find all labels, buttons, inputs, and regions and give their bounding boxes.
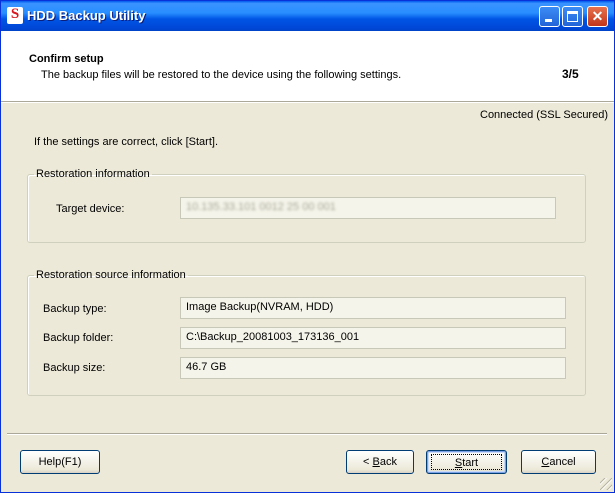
- help-button[interactable]: Help(F1): [20, 450, 100, 474]
- footer-divider: [7, 433, 607, 435]
- backup-folder-field: C:\Backup_20081003_173136_001: [180, 327, 566, 349]
- target-device-value: 10.135.33.101 0012 25 00 001: [186, 201, 336, 213]
- minimize-icon: [545, 19, 552, 22]
- close-icon: ✕: [591, 8, 604, 24]
- wizard-header: [1, 31, 614, 101]
- backup-folder-value: C:\Backup_20081003_173136_001: [186, 331, 360, 343]
- backup-folder-label: Backup folder:: [43, 332, 114, 344]
- backup-type-label: Backup type:: [43, 303, 107, 315]
- step-indicator: 3/5: [562, 67, 579, 81]
- maximize-button[interactable]: [562, 6, 583, 27]
- maximize-icon: [567, 11, 578, 22]
- help-button-label: Help(F1): [38, 456, 82, 468]
- minimize-button[interactable]: [539, 6, 560, 27]
- restoration-info-legend: Restoration information: [36, 168, 150, 180]
- close-button[interactable]: ✕: [587, 6, 608, 27]
- backup-size-label: Backup size:: [43, 362, 106, 374]
- page-title: Confirm setup: [29, 53, 104, 65]
- backup-type-field: Image Backup(NVRAM, HDD): [180, 297, 566, 319]
- target-device-label: Target device:: [56, 203, 125, 215]
- dialog-window: S HDD Backup Utility ✕ Confirm setup The…: [0, 0, 615, 493]
- title-bar[interactable]: S HDD Backup Utility ✕: [1, 1, 614, 31]
- backup-type-value: Image Backup(NVRAM, HDD): [186, 301, 334, 313]
- backup-size-field: 46.7 GB: [180, 357, 566, 379]
- start-button[interactable]: Start: [426, 450, 507, 474]
- backup-size-value: 46.7 GB: [186, 361, 227, 373]
- window-title: HDD Backup Utility: [27, 8, 146, 23]
- start-focus-ring: Start: [431, 454, 502, 470]
- source-info-legend: Restoration source information: [36, 269, 186, 281]
- resize-grip-icon[interactable]: [600, 478, 612, 490]
- connection-status: Connected (SSL Secured): [480, 109, 608, 121]
- instruction-text: If the settings are correct, click [Star…: [34, 136, 219, 148]
- app-logo-icon: S: [7, 6, 23, 24]
- cancel-button[interactable]: Cancel: [521, 450, 596, 474]
- back-button[interactable]: < Back: [346, 450, 414, 474]
- header-divider: [1, 101, 614, 103]
- page-subtitle: The backup files will be restored to the…: [41, 69, 402, 81]
- target-device-field: 10.135.33.101 0012 25 00 001: [180, 197, 556, 219]
